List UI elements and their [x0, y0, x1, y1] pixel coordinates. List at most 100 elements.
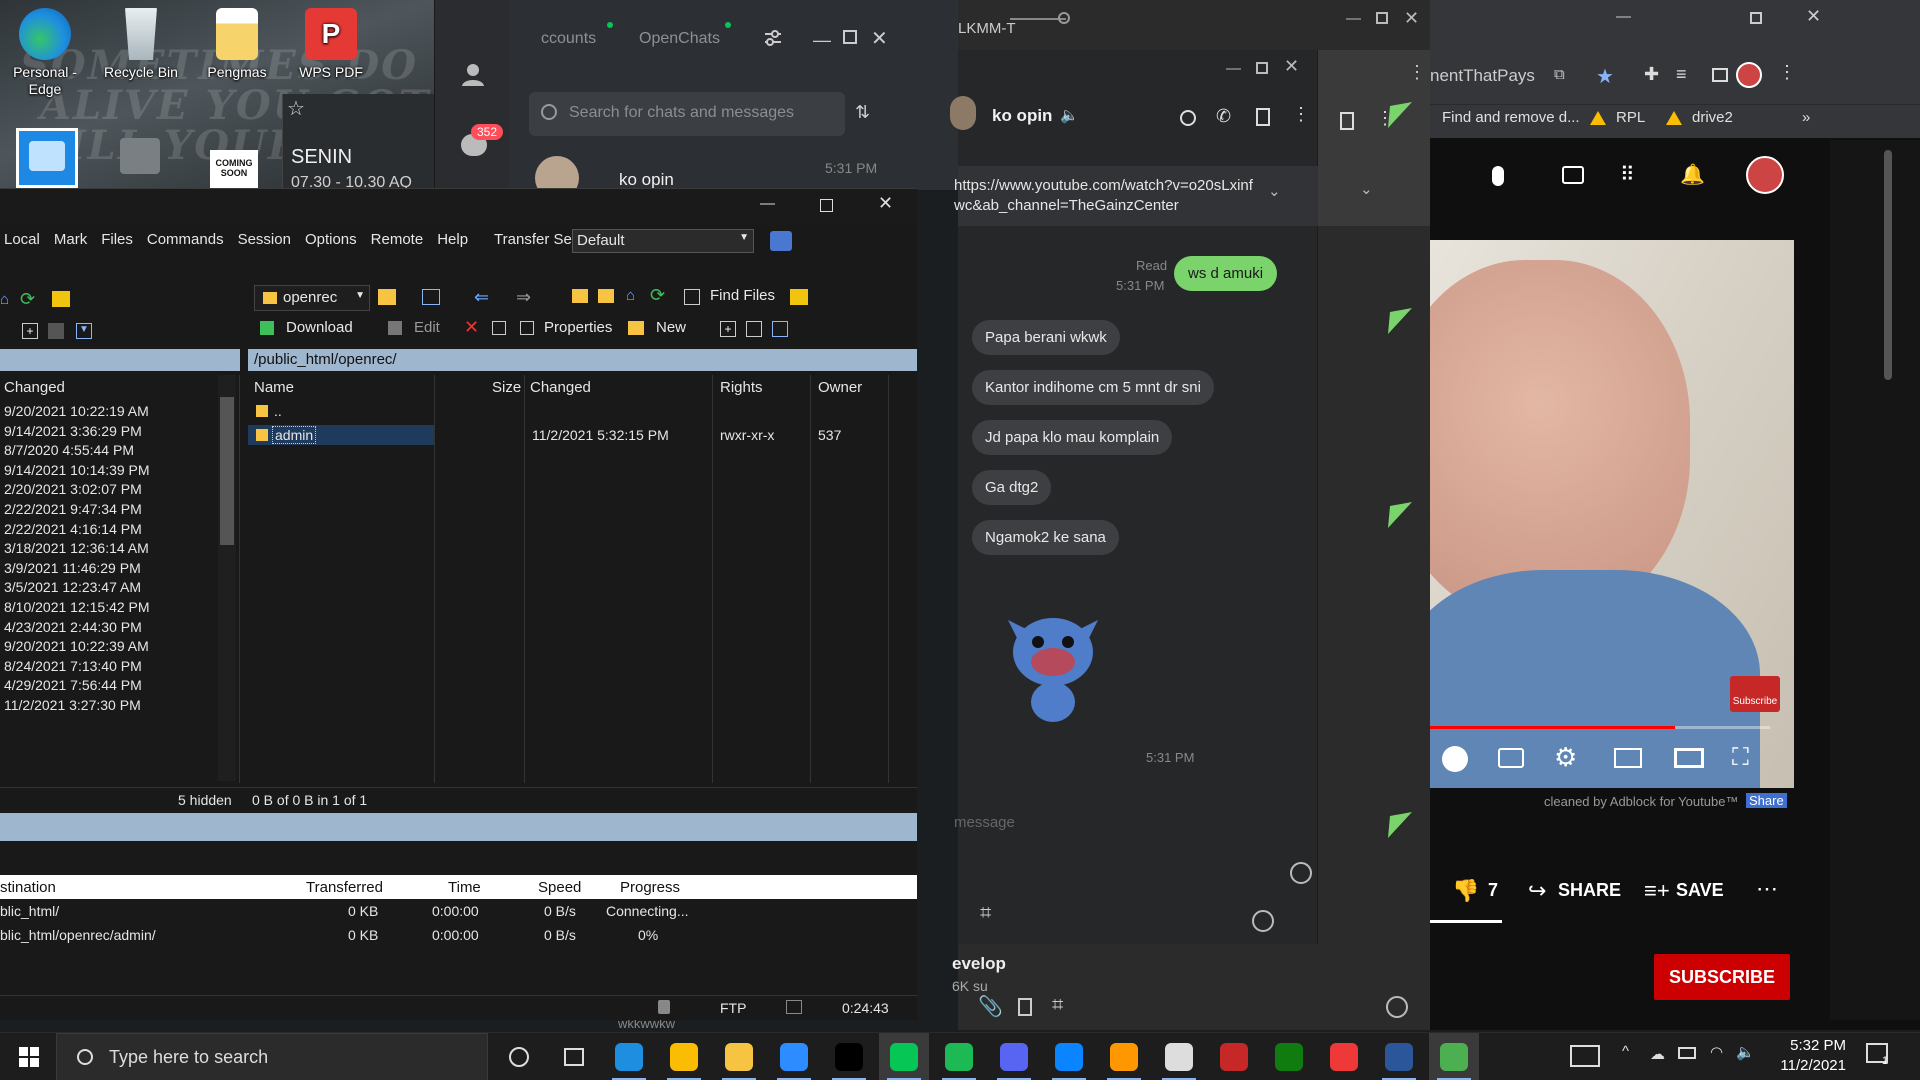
desktop-icon-recycle-bin[interactable]: Recycle Bin	[98, 8, 184, 80]
rename-icon[interactable]	[492, 321, 506, 335]
menu-files[interactable]: Files	[101, 231, 133, 257]
remote-dir-select[interactable]: openrec ▼	[254, 285, 370, 311]
taskbar-app-line[interactable]	[879, 1033, 929, 1080]
save-button[interactable]: SAVE	[1676, 880, 1724, 901]
taskbar-app-intellij[interactable]	[824, 1033, 874, 1080]
local-scrollbar[interactable]	[218, 375, 236, 781]
tab-accounts[interactable]: ccounts	[541, 30, 596, 48]
message-bubble[interactable]: Ngamok2 ke sana	[972, 520, 1119, 555]
scrollbar-thumb[interactable]	[220, 397, 234, 545]
local-file-row[interactable]: 9/14/2021 10:14:39 PM	[4, 462, 150, 478]
extensions-icon[interactable]: ✚	[1644, 64, 1659, 85]
taskbar-app-rog[interactable]	[1209, 1033, 1259, 1080]
taskbar-app-gamepad[interactable]	[1154, 1033, 1204, 1080]
stitch-sticker[interactable]	[998, 590, 1108, 730]
profile-avatar[interactable]	[1736, 62, 1762, 88]
taskbar-search-input[interactable]: Type here to search	[56, 1033, 488, 1080]
maximize-icon[interactable]	[1256, 62, 1268, 74]
edit-button[interactable]: Edit	[414, 319, 440, 336]
sent-message[interactable]: ws d amuki	[1174, 256, 1278, 291]
message-bubble[interactable]: Kantor indihome cm 5 mnt dr sni	[972, 370, 1214, 405]
menu-mark[interactable]: Mark	[54, 231, 87, 257]
menu-local[interactable]: Local	[4, 231, 40, 257]
minimize-icon[interactable]: —	[760, 195, 775, 212]
sort-icon[interactable]: ⇅	[855, 102, 870, 123]
cloud-icon[interactable]: ☁	[1650, 1045, 1665, 1063]
new-button[interactable]: New	[656, 319, 686, 336]
taskbar-app-vivaldi[interactable]	[1319, 1033, 1369, 1080]
subscribe-watermark[interactable]: Subscribe	[1730, 676, 1780, 712]
taskbar-app-discord[interactable]	[989, 1033, 1039, 1080]
table-row[interactable]: admin	[248, 425, 434, 445]
minimize-icon[interactable]: —	[1226, 60, 1241, 77]
message-bubble[interactable]: Ga dtg2	[972, 470, 1052, 505]
slider-knob[interactable]	[1058, 12, 1070, 24]
column-header-name[interactable]: Name	[254, 379, 294, 396]
video-player[interactable]: Subscribe ⚙ ⛶	[1430, 240, 1794, 788]
local-file-row[interactable]: 2/20/2021 3:02:07 PM	[4, 481, 142, 497]
sync-icon[interactable]	[790, 289, 808, 305]
close-icon[interactable]: ✕	[878, 193, 893, 214]
column-header-rights[interactable]: Rights	[720, 379, 763, 396]
address-text[interactable]: nentThatPays	[1430, 66, 1535, 86]
chevron-down-icon[interactable]: ⌄	[1268, 182, 1281, 200]
refresh-icon[interactable]: ⟳	[650, 285, 665, 306]
taskbar-app-sublime[interactable]	[1099, 1033, 1149, 1080]
sync-icon[interactable]	[52, 291, 70, 307]
transfer-settings-select[interactable]: Default ▼	[572, 229, 754, 253]
adblock-share-button[interactable]: Share	[1746, 793, 1787, 808]
profile-icon[interactable]	[461, 62, 485, 86]
chevron-double-icon[interactable]: »	[1802, 109, 1810, 126]
queue-col-speed[interactable]: Speed	[538, 879, 581, 896]
apps-grid-icon[interactable]: ⠿	[1620, 162, 1635, 187]
parent-folder-icon[interactable]	[572, 289, 588, 303]
progress-track[interactable]	[1430, 726, 1770, 729]
taskbar-app-spotify[interactable]	[934, 1033, 984, 1080]
refresh-icon[interactable]: ⟳	[20, 289, 35, 310]
local-file-row[interactable]: 3/18/2021 12:36:14 AM	[4, 540, 149, 556]
sidepanel-icon[interactable]	[1712, 68, 1728, 82]
queue-row[interactable]: blic_html/ 0 KB 0:00:00 0 B/s Connecting…	[0, 903, 917, 923]
minimize-icon[interactable]: —	[1616, 8, 1631, 25]
open-folder-icon[interactable]	[378, 289, 396, 305]
local-file-row[interactable]: 3/9/2021 11:46:29 PM	[4, 560, 141, 576]
star-icon[interactable]: ★	[1596, 64, 1614, 89]
play-icon[interactable]	[1442, 746, 1468, 772]
bookmark-3[interactable]: drive2	[1692, 109, 1733, 126]
save-icon[interactable]: ≡+	[1644, 878, 1670, 904]
attach-icon[interactable]: 📎	[978, 994, 1003, 1019]
column-header-changed[interactable]: Changed	[4, 379, 65, 396]
start-button[interactable]	[4, 1033, 54, 1080]
local-file-row[interactable]: 2/22/2021 9:47:34 PM	[4, 501, 142, 517]
message-bubble[interactable]: Papa berani wkwk	[972, 320, 1120, 355]
queue-col-progress[interactable]: Progress	[620, 879, 680, 896]
forward-icon[interactable]: ⇒	[516, 287, 531, 308]
download-button[interactable]: Download	[286, 319, 353, 336]
minus-icon[interactable]	[746, 321, 762, 337]
mic-icon[interactable]	[1492, 166, 1504, 186]
local-file-row[interactable]: 9/20/2021 10:22:39 AM	[4, 638, 149, 654]
phone-icon[interactable]: ✆	[1216, 106, 1231, 127]
miniplayer-icon[interactable]	[1614, 748, 1642, 768]
home-icon[interactable]: ⌂	[0, 291, 9, 308]
search-icon[interactable]	[1180, 110, 1196, 126]
bookmark-1[interactable]: Find and remove d...	[1442, 109, 1580, 126]
taskbar-app-zoom[interactable]	[769, 1033, 819, 1080]
menu-commands[interactable]: Commands	[147, 231, 224, 257]
settings-icon[interactable]: ⚙	[1554, 742, 1577, 773]
desktop-icon-wps-pdf[interactable]: P WPS PDF	[288, 8, 374, 80]
minimize-icon[interactable]: —	[1346, 10, 1361, 27]
home-icon[interactable]: ⌂	[626, 287, 635, 304]
delete-icon[interactable]: ✕	[464, 317, 479, 338]
more-icon[interactable]: ⋮	[1292, 104, 1310, 125]
local-file-row[interactable]: 4/29/2021 7:56:44 PM	[4, 677, 142, 693]
local-file-row[interactable]: 3/5/2021 12:23:47 AM	[4, 579, 141, 595]
taskbar-app-xbox[interactable]	[1264, 1033, 1314, 1080]
coming-soon-thumbnail[interactable]: COMING SOON	[210, 150, 258, 188]
taskbar-app-vscode[interactable]	[1044, 1033, 1094, 1080]
desktop-icon-network[interactable]	[112, 130, 168, 186]
column-header-changed[interactable]: Changed	[530, 379, 591, 396]
close-icon[interactable]: ✕	[871, 26, 888, 51]
desktop-icon-pengmas[interactable]: Pengmas	[194, 8, 280, 80]
more-icon[interactable]: ⋯	[1756, 876, 1778, 902]
